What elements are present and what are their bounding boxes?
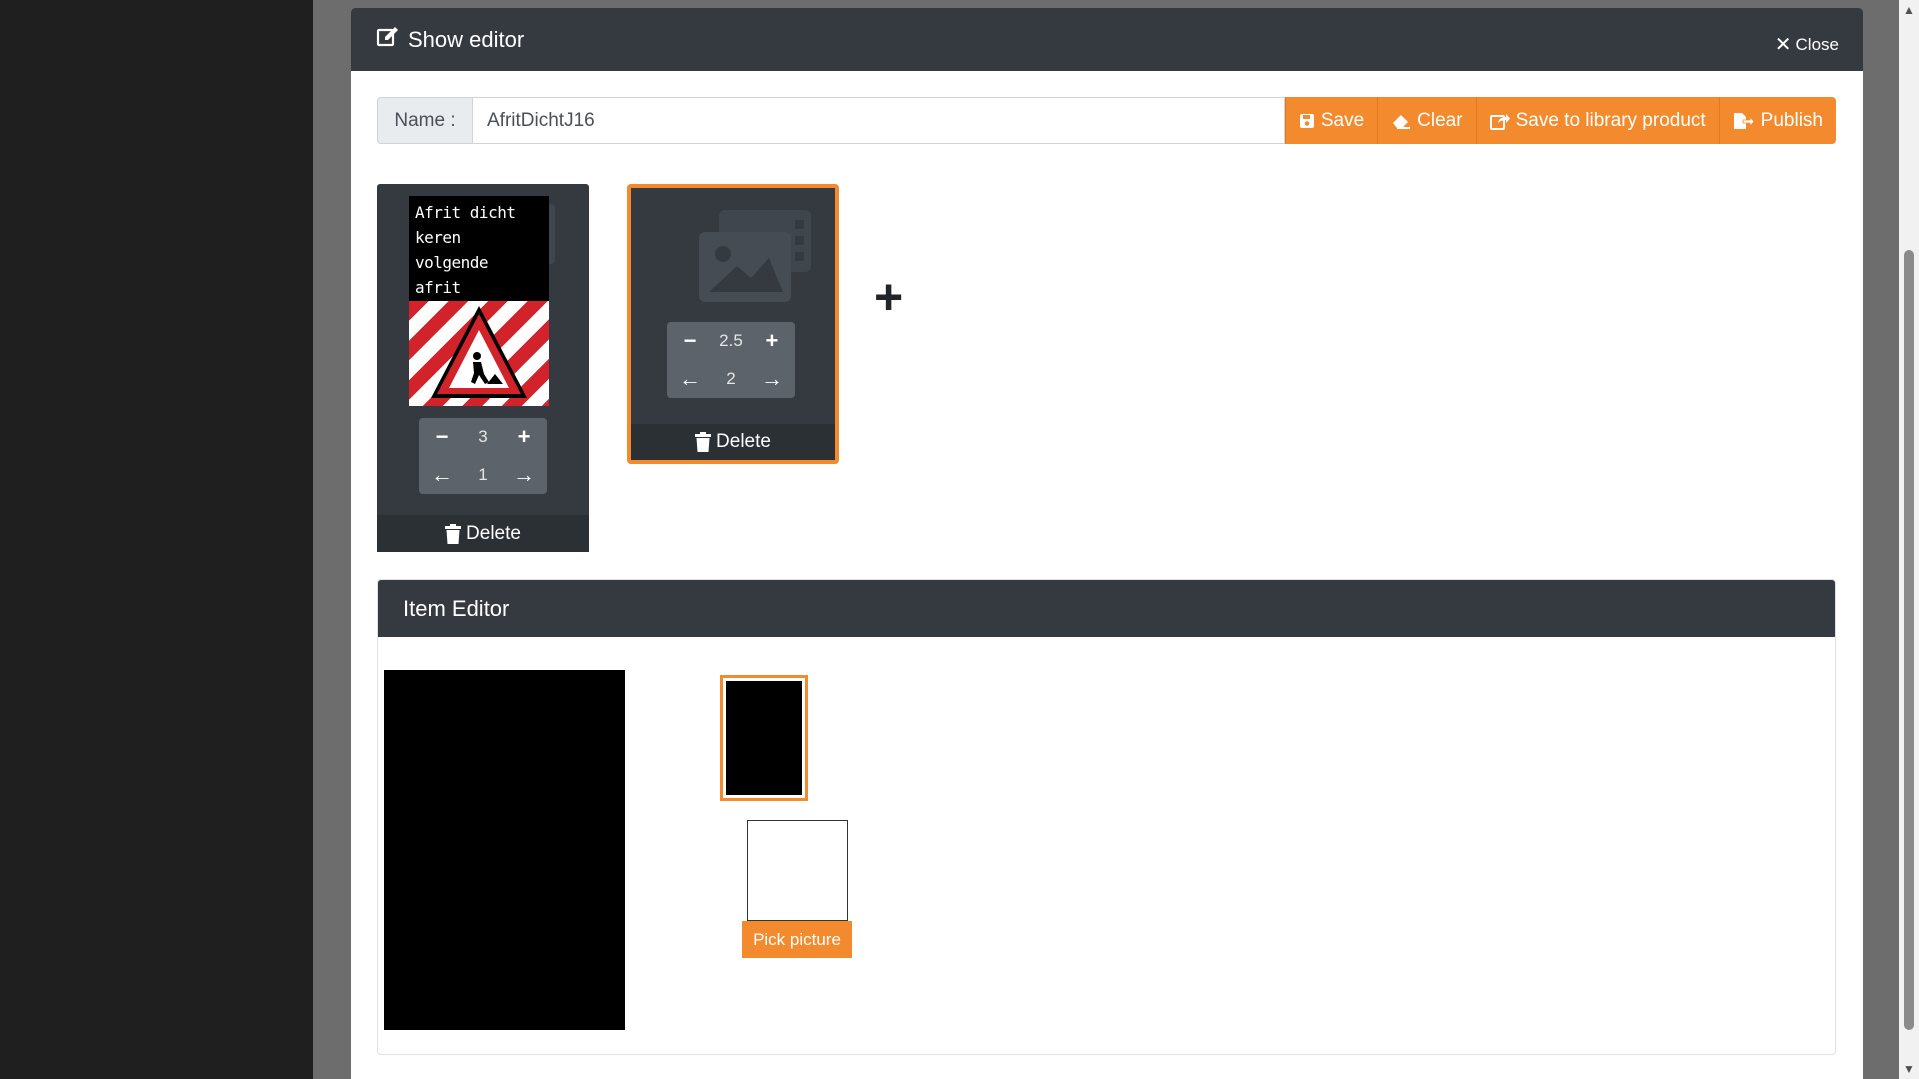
left-panel bbox=[0, 0, 313, 1079]
eraser-icon bbox=[1393, 114, 1411, 129]
item-editor-title: Item Editor bbox=[378, 580, 1835, 637]
layout-thumbnail-inner bbox=[726, 681, 802, 795]
save-button[interactable]: Save bbox=[1284, 97, 1378, 144]
position-value: 2 bbox=[726, 369, 736, 388]
trash-icon bbox=[445, 523, 462, 544]
slide-controls: − 2.5 + ← 2 → bbox=[667, 322, 795, 398]
page-scrollbar[interactable]: ▲ ▼ bbox=[1899, 0, 1919, 1079]
publish-label: Publish bbox=[1760, 109, 1823, 131]
publish-button[interactable]: Publish bbox=[1718, 97, 1836, 144]
scroll-up-icon[interactable]: ▲ bbox=[1899, 0, 1919, 20]
position-control: ← 1 → bbox=[419, 456, 547, 494]
sign-line: volgende bbox=[415, 253, 489, 272]
modal-title-text: Show editor bbox=[408, 27, 525, 52]
arrow-right-icon[interactable]: → bbox=[761, 366, 783, 392]
delete-slide-button[interactable]: Delete bbox=[377, 515, 589, 552]
item-preview bbox=[384, 670, 625, 1030]
save-to-library-button[interactable]: Save to library product bbox=[1475, 97, 1719, 144]
close-label: Close bbox=[1795, 34, 1839, 54]
save-icon bbox=[1299, 113, 1314, 128]
slide-controls: − 3 + ← 1 → bbox=[419, 418, 547, 494]
close-button[interactable]: ✕ Close bbox=[1775, 32, 1839, 57]
arrow-right-icon[interactable]: → bbox=[513, 462, 535, 488]
pick-picture-button[interactable]: Pick picture bbox=[742, 921, 852, 958]
sign-line: keren bbox=[415, 228, 461, 247]
save-label: Save bbox=[1320, 109, 1365, 131]
clear-label: Clear bbox=[1417, 109, 1463, 131]
plus-icon: + bbox=[874, 269, 904, 325]
selected-layout-thumbnail[interactable] bbox=[720, 675, 808, 801]
trash-icon bbox=[695, 432, 712, 452]
duration-control: − 2.5 + bbox=[667, 322, 795, 360]
name-label: Name : bbox=[377, 97, 472, 144]
share-icon bbox=[1489, 113, 1510, 130]
file-export-icon bbox=[1733, 112, 1755, 129]
roadwork-warning-icon bbox=[431, 306, 527, 398]
name-input[interactable] bbox=[472, 97, 1285, 144]
show-editor-modal: Show editor ✕ Close Name : Save Clear Sa… bbox=[351, 8, 1863, 1079]
position-control: ← 2 → bbox=[667, 360, 795, 398]
save-to-library-label: Save to library product bbox=[1515, 109, 1706, 131]
add-slide-button[interactable]: + bbox=[874, 272, 903, 322]
plus-icon[interactable]: + bbox=[513, 424, 535, 450]
modal-title: Show editor bbox=[376, 26, 524, 54]
duration-control: − 3 + bbox=[419, 418, 547, 456]
plus-icon[interactable]: + bbox=[761, 328, 783, 354]
arrow-left-icon[interactable]: ← bbox=[679, 366, 701, 392]
scroll-down-icon[interactable]: ▼ bbox=[1899, 1059, 1919, 1079]
modal-header: Show editor ✕ Close bbox=[351, 8, 1863, 71]
sign-line: afrit bbox=[415, 278, 461, 297]
edit-icon bbox=[376, 26, 408, 54]
slide-card-selected[interactable]: − 2.5 + ← 2 → Delete bbox=[627, 184, 839, 464]
picture-slot[interactable] bbox=[747, 820, 848, 921]
sign-preview: Afrit dicht keren volgende afrit bbox=[409, 196, 549, 406]
clear-button[interactable]: Clear bbox=[1377, 97, 1476, 144]
delete-label: Delete bbox=[466, 522, 521, 544]
close-icon: ✕ bbox=[1774, 34, 1792, 56]
name-row: Name : Save Clear Save to library produc… bbox=[377, 97, 1836, 144]
minus-icon[interactable]: − bbox=[431, 424, 453, 450]
sign-text: Afrit dicht keren volgende afrit bbox=[415, 200, 516, 300]
scroll-thumb[interactable] bbox=[1904, 250, 1914, 1030]
image-placeholder-icon bbox=[699, 210, 811, 302]
slide-card[interactable]: Afrit dicht keren volgende afrit − 3 + ←… bbox=[377, 184, 589, 552]
sign-line: Afrit dicht bbox=[415, 203, 516, 222]
minus-icon[interactable]: − bbox=[679, 328, 701, 354]
duration-value: 3 bbox=[478, 427, 488, 446]
delete-label: Delete bbox=[716, 431, 771, 452]
duration-value: 2.5 bbox=[719, 331, 743, 350]
delete-slide-button[interactable]: Delete bbox=[631, 424, 835, 460]
position-value: 1 bbox=[478, 465, 488, 484]
item-editor-panel: Item Editor Pick picture bbox=[377, 579, 1836, 1055]
arrow-left-icon[interactable]: ← bbox=[431, 462, 453, 488]
